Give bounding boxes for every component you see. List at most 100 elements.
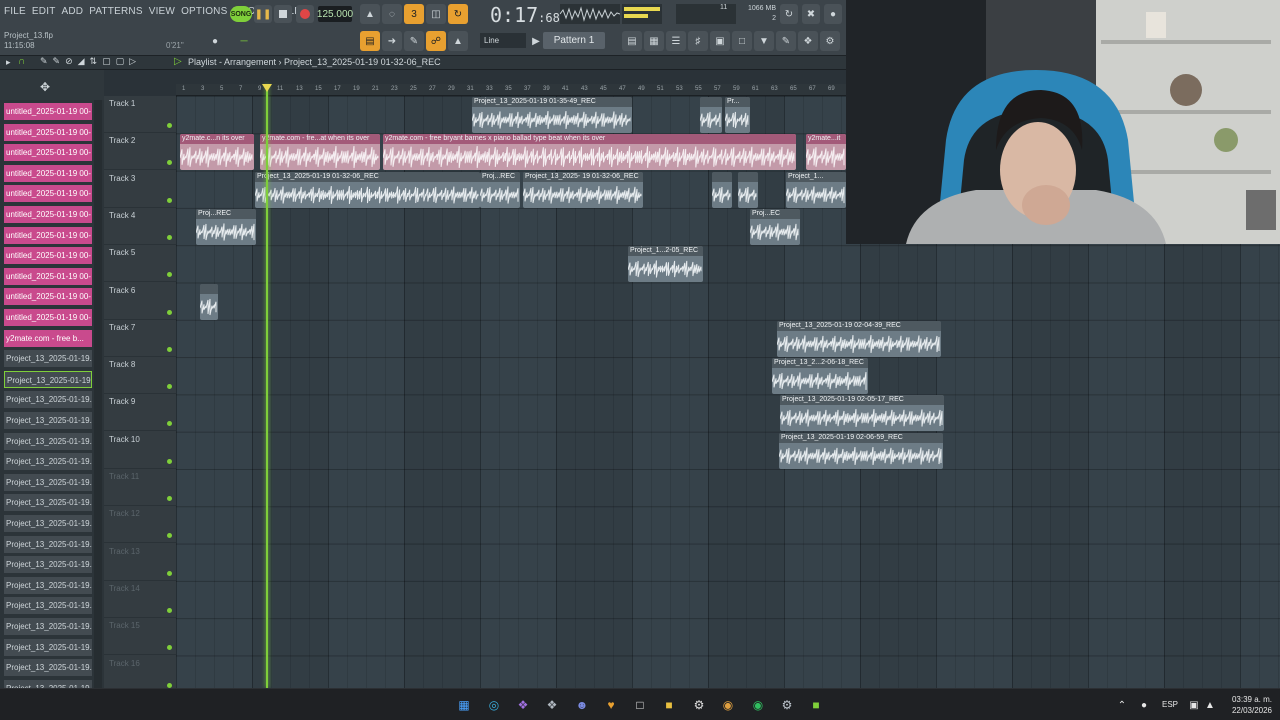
channel-rack-icon[interactable]: ☰ [666,31,686,51]
record-button[interactable] [296,5,314,23]
plug-icon[interactable]: ▼ [754,31,774,51]
track-mute-led[interactable] [167,682,172,688]
app-icon[interactable]: ❖ [542,695,562,715]
audio-clip[interactable]: y2mate.c...n its over [180,134,254,171]
plugin-icon[interactable]: ▣ [710,31,730,51]
menu-add[interactable]: ADD [62,6,84,17]
audio-clip[interactable]: Project_13_2025-01-19 02-06-59_REC [779,432,943,469]
track-header[interactable]: Track 12 [104,506,176,544]
audio-clip[interactable]: Proj...REC [196,208,256,245]
fl-studio-icon[interactable]: ♥ [601,695,621,715]
playlist-play-icon[interactable]: ▷ [174,56,182,67]
track-mute-led[interactable] [167,272,172,278]
picker-clip-item[interactable]: Project_13_2025-01-19.. [4,515,92,532]
master-pitch-slider[interactable]: ─ [234,31,254,51]
link-icon[interactable]: ☍ [426,31,446,51]
draw-icon[interactable]: ✎ [404,31,424,51]
audio-clip[interactable]: Project_13_2025-01-19 02-04-39_REC [777,320,941,357]
copilot-icon[interactable]: ❖ [513,695,533,715]
track-header[interactable]: Track 9 [104,394,176,432]
playhead-marker[interactable] [262,84,272,92]
picker-clip-item[interactable]: Project_13_2025-01-19.. [4,494,92,512]
volume-icon[interactable]: ▲ [1200,695,1220,715]
track-mute-led[interactable] [167,234,172,240]
picker-clip-item[interactable]: untitled_2025-01-19 00- [4,164,92,182]
snap-selector[interactable]: Line [480,33,526,48]
playlist-tools[interactable]: ✎✎⊘◢⇅▢▢▷ [40,56,141,67]
audio-clip[interactable]: Project_13_2025-01-19 01-35-49_REC [472,97,632,133]
picker-clip-item[interactable]: Project_13_2025-01-19.. [4,350,92,368]
track-header[interactable]: Track 7 [104,320,176,357]
picker-clip-item[interactable]: untitled_2025-01-19 00- [4,226,92,244]
piano-roll-window-icon[interactable]: ▦ [644,31,664,51]
picker-clip-item[interactable]: untitled_2025-01-19 00- [4,288,92,306]
track-mute-led[interactable] [167,421,172,427]
picker-clip-item[interactable]: Project_13_2025-01-19.. [4,556,92,574]
system-clock[interactable]: 03:39 a. m. 22/03/2026 [1232,694,1272,716]
track-header[interactable]: Track 5 [104,245,176,283]
track-mute-led[interactable] [167,197,172,203]
play-pause-button[interactable]: ❚❚ [254,5,272,23]
track-header[interactable]: Track 15 [104,618,176,656]
audio-clip[interactable] [738,171,758,208]
audio-clip[interactable]: Pr... [725,97,750,133]
track-header[interactable]: Track 2 [104,133,176,171]
picker-clip-item[interactable]: Project_13_2025-01-19.. [4,535,92,553]
track-header[interactable]: Track 14 [104,581,176,618]
picker-clip-item[interactable]: untitled_2025-01-19 00- [4,185,92,203]
magnet-icon[interactable]: ∩ [18,56,25,67]
pattern-arrow-icon[interactable]: ▶ [530,31,542,51]
track-mute-led[interactable] [167,123,172,128]
move-icon[interactable]: ✥ [40,80,50,94]
gear-icon[interactable]: ⚙ [820,31,840,51]
picker-clip-item[interactable]: Project_13_2025-01-19.. [4,453,92,471]
arrow-icon[interactable]: ➜ [382,31,402,51]
playhead[interactable] [266,84,268,688]
language-indicator[interactable]: ESP [1162,700,1178,709]
chrome-icon[interactable]: ◉ [718,695,738,715]
playlist-window-icon[interactable]: ▤ [622,31,642,51]
picker-clip-item[interactable]: Project_13_2025-01-19.. [4,432,92,450]
picker-clip-item[interactable]: Project_13_2025-01-19.. [4,618,92,635]
audio-clip[interactable]: Proj...REC [480,171,520,208]
mixer-icon[interactable]: ♯ [688,31,708,51]
timeline-ruler[interactable]: 1 3 5 7 9 11 13 15 17 19 21 23 25 27 29 31 33 35 37 39 41 43 4… [176,84,846,96]
mic-tray-icon[interactable]: ● [1134,695,1154,715]
track-header[interactable]: Track 13 [104,544,176,581]
stamp-icon[interactable]: ▲ [448,31,468,51]
picker-clip-item[interactable]: Project_13_2025-01-19.. [4,391,92,409]
track-mute-led[interactable] [167,458,172,464]
picker-clip-item[interactable]: untitled_2025-01-19 00- [4,206,92,223]
picker-clip-item[interactable]: untitled_2025-01-19 00- [4,247,92,265]
help-icon[interactable]: ❖ [798,31,818,51]
picker-clip-item[interactable]: untitled_2025-01-19 00- [4,267,92,285]
song-mode-button[interactable]: SONG [230,6,252,22]
loop-record-button[interactable]: ↻ [448,4,468,24]
tray-chevron-icon[interactable]: ⌃ [1112,695,1132,715]
edge-icon[interactable]: ◎ [484,695,504,715]
audio-clip[interactable]: Proj...EC [750,208,800,245]
master-knob[interactable]: ● [204,31,226,51]
track-mute-led[interactable] [167,570,172,576]
picker-clip-item[interactable]: untitled_2025-01-19 00- [4,144,92,162]
audio-clip[interactable] [712,171,732,208]
menu-file[interactable]: FILE [4,6,26,17]
track-mute-led[interactable] [167,645,172,651]
picker-clip-item[interactable]: Project_13_2025-01-19.. [4,576,92,594]
audio-clip[interactable]: Project_13_2025-01-19 02-05-17_REC [780,395,944,432]
explorer-icon[interactable]: ■ [659,695,679,715]
track-mute-led[interactable] [167,533,172,539]
picker-clip-item[interactable]: Project_13_2025-01-19.. [4,638,92,656]
settings-icon[interactable]: ⚙ [777,695,797,715]
menu-view[interactable]: VIEW [149,6,175,17]
track-mute-led[interactable] [167,496,172,501]
browser-icon[interactable]: □ [732,31,752,51]
track-header[interactable]: Track 3 [104,171,176,208]
metronome-button[interactable]: ▲ [360,4,380,24]
track-header[interactable]: Track 8 [104,357,176,395]
track-header[interactable]: Track 4 [104,208,176,245]
track-header[interactable]: Track 6 [104,283,176,320]
pattern-selector[interactable]: Pattern 1 [543,32,605,49]
picker-clip-item[interactable]: Project_13_2025-01-19.. [4,473,92,491]
wait-input-button[interactable]: ◌ [382,4,402,24]
